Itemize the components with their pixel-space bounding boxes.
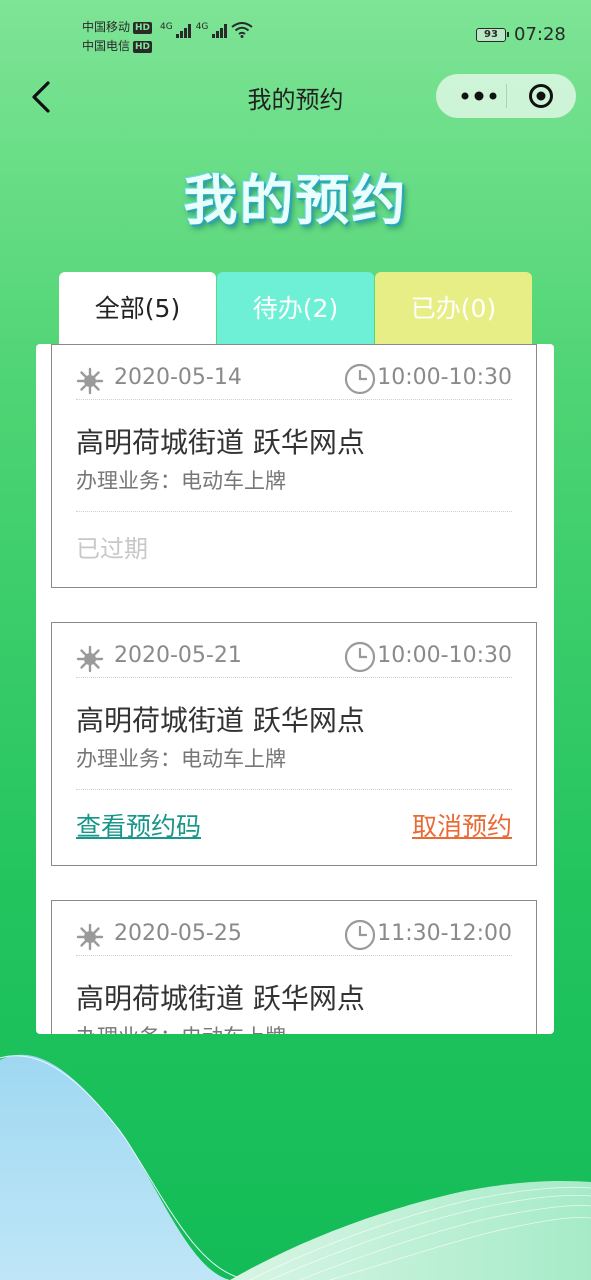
- business-type: 办理业务：电动车上牌: [76, 747, 286, 771]
- appointment-time: 10:00-10:30: [377, 365, 512, 390]
- battery-indicator: 93: [476, 28, 509, 42]
- mini-program-capsule: [436, 74, 576, 118]
- signal-bars-icon: [211, 24, 228, 38]
- cancel-appointment-link[interactable]: 取消预约: [412, 807, 512, 843]
- appointment-date: 2020-05-25: [114, 921, 242, 946]
- carrier-1: 中国移动 HD: [82, 18, 153, 36]
- view-appointment-code-link[interactable]: 查看预约码: [76, 807, 201, 843]
- branch-name: 高明荷城街道 跃华网点: [76, 426, 365, 459]
- carrier-1-label: 中国移动: [82, 20, 131, 34]
- network-type-2: 4G: [195, 22, 209, 32]
- network-type-1: 4G: [160, 22, 173, 32]
- sun-icon: [76, 645, 104, 673]
- target-circle-icon[interactable]: [528, 83, 554, 109]
- card-divider: [76, 789, 512, 790]
- page-hero-title: 我的预约: [183, 169, 408, 232]
- card-divider: [76, 511, 512, 512]
- capsule-divider: [506, 84, 507, 108]
- appointment-time: 10:00-10:30: [377, 643, 512, 668]
- signal-bars-icon: [176, 24, 192, 38]
- decorative-wave: [0, 1054, 591, 1280]
- clock-icon: [344, 363, 376, 395]
- appointment-card: 2020-05-14 10:00-10:30 高明荷城街道 跃华网点 办理业务：…: [51, 344, 537, 588]
- hd-badge: HD: [133, 21, 153, 34]
- branch-name: 高明荷城街道 跃华网点: [76, 704, 365, 737]
- appointment-datetime-row: 2020-05-14 10:00-10:30: [76, 361, 512, 400]
- tab-pending[interactable]: 待办(2): [217, 272, 374, 344]
- clock-icon: [344, 919, 376, 951]
- sun-icon: [76, 923, 104, 951]
- status-expired: 已过期: [76, 535, 148, 563]
- business-type: 办理业务：电动车上牌: [76, 469, 286, 493]
- carrier-2: 中国电信 HD: [82, 37, 153, 55]
- carrier-2-label: 中国电信: [82, 39, 131, 53]
- appointment-datetime-row: 2020-05-21 10:00-10:30: [76, 639, 512, 678]
- appointment-time: 11:30-12:00: [377, 921, 512, 946]
- clock-time: 07:28: [514, 24, 566, 45]
- wifi-icon: [231, 22, 254, 38]
- more-dots-icon[interactable]: [454, 84, 504, 108]
- branch-name: 高明荷城街道 跃华网点: [76, 982, 365, 1015]
- appointment-datetime-row: 2020-05-25 11:30-12:00: [76, 917, 512, 956]
- appointment-card: 2020-05-25 11:30-12:00 高明荷城街道 跃华网点 办理业务：…: [51, 900, 537, 1034]
- tab-all[interactable]: 全部(5): [59, 272, 216, 344]
- appointment-list[interactable]: 2020-05-14 10:00-10:30 高明荷城街道 跃华网点 办理业务：…: [36, 344, 554, 1034]
- appointment-date: 2020-05-21: [114, 643, 242, 668]
- appointment-card: 2020-05-21 10:00-10:30 高明荷城街道 跃华网点 办理业务：…: [51, 622, 537, 866]
- signal-indicators: 4G 4G: [160, 22, 254, 38]
- clock-icon: [344, 641, 376, 673]
- hd-badge: HD: [133, 40, 153, 53]
- appointment-date: 2020-05-14: [114, 365, 242, 390]
- sun-icon: [76, 367, 104, 395]
- tab-completed[interactable]: 已办(0): [375, 272, 532, 344]
